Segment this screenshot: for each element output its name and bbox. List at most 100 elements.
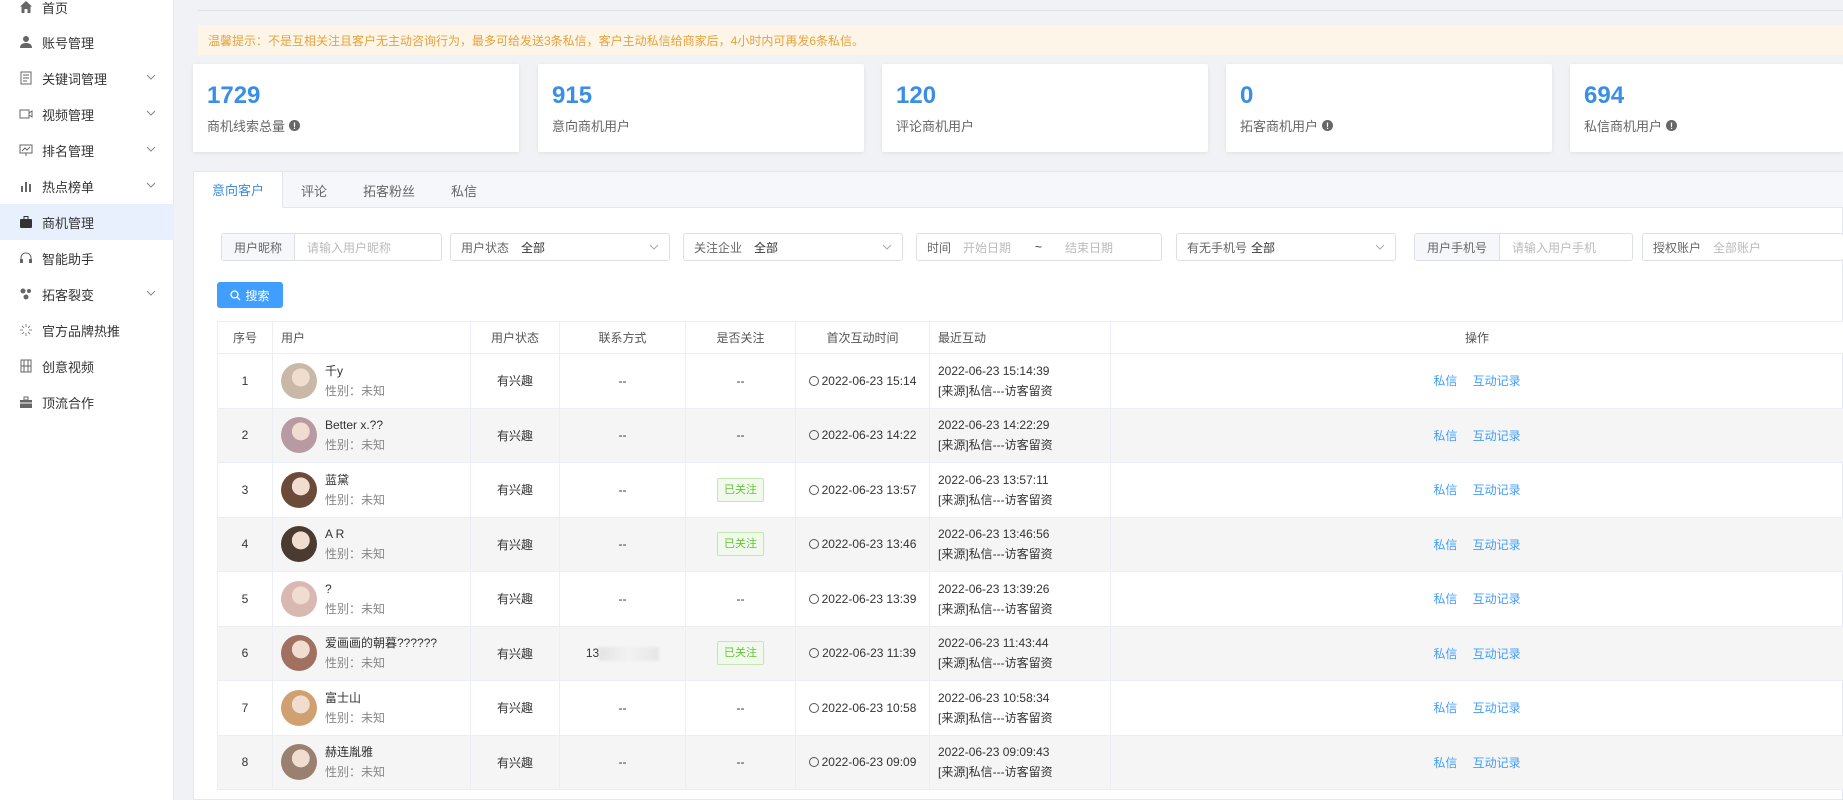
sidebar-item-top-cooperation[interactable]: 顶流合作 — [0, 384, 174, 420]
sidebar-item-brand[interactable]: 官方品牌热推 — [0, 312, 174, 348]
avatar[interactable] — [281, 635, 317, 672]
avatar[interactable] — [281, 744, 317, 781]
sidebar-item-fission[interactable]: 拓客裂变 — [0, 276, 174, 312]
user-status: 有兴趣 — [470, 625, 560, 681]
private-message-link[interactable]: 私信 — [1433, 756, 1457, 770]
interaction-record-link[interactable]: 互动记录 — [1473, 592, 1521, 606]
private-message-link[interactable]: 私信 — [1433, 647, 1457, 661]
account-select[interactable]: 授权账户 全部账户 — [1642, 233, 1843, 261]
phone-prefix: 用户手机号 — [1415, 234, 1501, 260]
sidebar-item-home[interactable]: 首页 — [0, 0, 174, 25]
phone-input[interactable]: 请输入用户手机 — [1500, 239, 1596, 256]
start-date-input[interactable]: 开始日期 — [963, 239, 1035, 256]
private-message-link[interactable]: 私信 — [1433, 483, 1457, 497]
status-select[interactable]: 用户状态 全部 — [450, 233, 670, 261]
chevron-down-icon — [882, 244, 892, 250]
user-cell: ? 性别：未知 — [272, 571, 471, 627]
recent-time: 2022-06-23 13:39:26 — [938, 581, 1050, 596]
col-header-recent: 最近互动 — [929, 321, 1111, 354]
info-icon[interactable]: ! — [1322, 120, 1334, 131]
avatar[interactable] — [281, 580, 317, 617]
user-name: 爱画画的朝暮?????? — [325, 636, 438, 651]
sidebar-item-label: 排名管理 — [42, 143, 95, 159]
contact-value: -- — [618, 537, 627, 552]
avatar[interactable] — [281, 471, 317, 508]
nickname-input[interactable]: 请输入用户昵称 — [295, 239, 391, 256]
interaction-record-link[interactable]: 互动记录 — [1473, 756, 1521, 770]
recent-time: 2022-06-23 14:22:29 — [938, 418, 1050, 433]
recent-time: 2022-06-23 11:43:44 — [938, 636, 1049, 651]
first-interaction-cell: 2022-06-23 11:39 — [795, 625, 930, 681]
sidebar-item-keywords[interactable]: 关键词管理 — [0, 60, 174, 96]
sidebar-item-ranking[interactable]: 排名管理 — [0, 132, 174, 168]
private-message-link[interactable]: 私信 — [1433, 701, 1457, 715]
sidebar: 首页 账号管理 关键词管理 视频管理 排名管理 热点榜单 商机管理 智能助手 拓… — [0, 0, 174, 800]
private-message-link[interactable]: 私信 — [1433, 538, 1457, 552]
first-interaction-time: 2022-06-23 10:58 — [821, 700, 917, 715]
private-message-link[interactable]: 私信 — [1433, 374, 1457, 388]
contact-cell: -- — [559, 734, 686, 790]
film-icon — [18, 358, 34, 374]
user-cell: 千y 性别：未知 — [272, 353, 471, 409]
sidebar-item-hotlist[interactable]: 热点榜单 — [0, 168, 174, 204]
recent-interaction-cell: 2022-06-23 13:39:26 [来源]私信---访客留资 — [929, 571, 1111, 627]
table-row: 2 Better x.?? 性别：未知 有兴趣 -- -- 2022-06-23… — [217, 407, 1843, 463]
sidebar-item-assistant[interactable]: 智能助手 — [0, 240, 174, 276]
first-interaction-cell: 2022-06-23 15:14 — [795, 353, 930, 409]
table-row: 6 爱画画的朝暮?????? 性别：未知 有兴趣 13 已关注 2022-06-… — [217, 625, 1843, 681]
interaction-record-link[interactable]: 互动记录 — [1473, 429, 1521, 443]
follow-cell: -- — [685, 407, 796, 463]
avatar[interactable] — [281, 526, 317, 563]
interaction-record-link[interactable]: 互动记录 — [1473, 374, 1521, 388]
nickname-filter: 用户昵称 请输入用户昵称 — [221, 233, 442, 261]
interaction-record-link[interactable]: 互动记录 — [1473, 647, 1521, 661]
stat-value: 120 — [896, 82, 937, 109]
search-button[interactable]: 搜索 — [217, 282, 283, 308]
avatar[interactable] — [281, 362, 317, 399]
interaction-record-link[interactable]: 互动记录 — [1473, 538, 1521, 552]
info-icon[interactable]: ! — [1666, 120, 1678, 131]
sidebar-item-account[interactable]: 账号管理 — [0, 24, 174, 60]
follow-cell: 已关注 — [685, 462, 796, 518]
chevron-down-icon — [146, 146, 156, 152]
sidebar-item-label: 顶流合作 — [42, 395, 95, 411]
follow-cell: -- — [685, 680, 796, 736]
actions-cell: 私信 互动记录 — [1110, 462, 1843, 518]
bar-chart-icon — [18, 178, 34, 194]
sidebar-item-label: 关键词管理 — [42, 71, 108, 87]
avatar[interactable] — [281, 417, 317, 454]
tab-expand-fans[interactable]: 拓客粉丝 — [345, 172, 433, 208]
interaction-record-link[interactable]: 互动记录 — [1473, 483, 1521, 497]
clock-icon — [808, 484, 819, 495]
tab-messages[interactable]: 私信 — [433, 172, 495, 208]
row-number: 6 — [217, 625, 273, 681]
info-icon[interactable]: ! — [289, 120, 301, 131]
first-interaction-time: 2022-06-23 14:22 — [821, 428, 917, 443]
contact-value: -- — [618, 591, 627, 606]
recent-source: [来源]私信---访客留资 — [938, 438, 1053, 453]
avatar[interactable] — [281, 689, 317, 726]
date-range-picker[interactable]: 时间 开始日期 ~ 结束日期 — [916, 233, 1162, 261]
date-separator: ~ — [1035, 240, 1043, 254]
contact-value: -- — [618, 755, 627, 770]
private-message-link[interactable]: 私信 — [1433, 429, 1457, 443]
tab-intent-customers[interactable]: 意向客户 — [194, 172, 284, 208]
company-select[interactable]: 关注企业 全部 — [683, 233, 903, 261]
tab-comments[interactable]: 评论 — [283, 172, 345, 208]
user-gender: 性别：未知 — [325, 601, 386, 616]
col-header-user: 用户 — [272, 321, 471, 354]
sidebar-item-business[interactable]: 商机管理 — [0, 204, 174, 240]
sidebar-item-creative[interactable]: 创意视频 — [0, 348, 174, 384]
interaction-record-link[interactable]: 互动记录 — [1473, 701, 1521, 715]
sidebar-item-video[interactable]: 视频管理 — [0, 96, 174, 132]
status-value: 全部 — [521, 240, 546, 255]
first-interaction-cell: 2022-06-23 13:46 — [795, 516, 930, 572]
private-message-link[interactable]: 私信 — [1433, 592, 1457, 606]
end-date-input[interactable]: 结束日期 — [1065, 239, 1113, 256]
first-interaction-time: 2022-06-23 13:39 — [821, 591, 917, 606]
chevron-down-icon — [1375, 244, 1385, 250]
phone-has-select[interactable]: 有无手机号 全部 — [1176, 233, 1396, 261]
recent-interaction-cell: 2022-06-23 13:46:56 [来源]私信---访客留资 — [929, 516, 1111, 572]
user-status: 有兴趣 — [470, 680, 560, 736]
phone-has-value: 全部 — [1251, 240, 1276, 255]
